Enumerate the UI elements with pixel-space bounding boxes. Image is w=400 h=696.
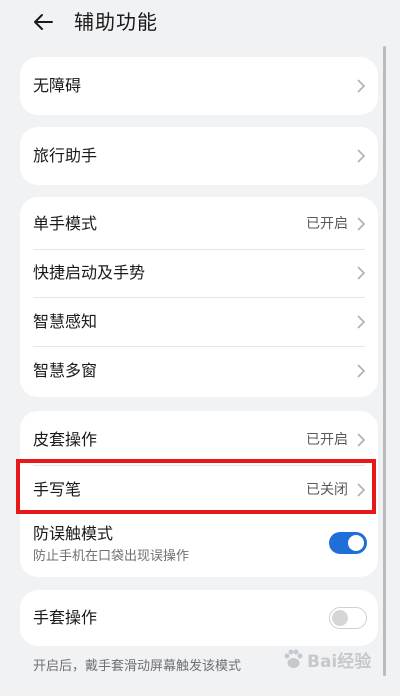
chevron-right-icon: [357, 217, 366, 231]
list-item-accidental-touch[interactable]: 防误触模式 防止手机在口袋出现误操作: [20, 515, 378, 575]
row-label: 旅行助手: [33, 146, 98, 165]
scrollbar[interactable]: [383, 46, 386, 676]
page-title: 辅助功能: [74, 10, 158, 34]
list-item-smart-multi-window[interactable]: 智慧多窗: [20, 346, 378, 395]
card-covers-stylus: 皮套操作 已开启 手写笔 已关闭 防误触模式 防止手机在口袋出现误操作: [20, 411, 378, 577]
card-travel: 旅行助手: [20, 127, 378, 185]
back-button[interactable]: [28, 8, 58, 36]
accidental-touch-toggle[interactable]: [329, 532, 367, 554]
row-label: 智慧感知: [33, 311, 98, 331]
list-item-glove-mode[interactable]: 手套操作: [20, 590, 378, 646]
header: 辅助功能: [0, 0, 400, 44]
chevron-right-icon: [357, 483, 366, 497]
baidu-watermark: Bai经验: [282, 642, 378, 676]
row-label: 单手模式: [33, 214, 98, 233]
chevron-right-icon: [357, 363, 366, 378]
row-label: 皮套操作: [33, 430, 98, 449]
row-label: 手写笔: [33, 480, 82, 499]
glove-mode-toggle[interactable]: [329, 607, 367, 629]
list-item-cover-operation[interactable]: 皮套操作 已开启: [20, 413, 378, 467]
chevron-right-icon: [357, 266, 366, 280]
chevron-right-icon: [357, 149, 366, 163]
watermark-text: Bai经验: [307, 651, 372, 672]
list-item-accessibility[interactable]: 无障碍: [20, 57, 378, 115]
list-item-smart-perception[interactable]: 智慧感知: [20, 297, 378, 346]
glove-mode-footnote: 开启后，戴手套滑动屏幕触发该模式: [33, 659, 242, 674]
status-text: 已开启: [306, 432, 348, 448]
row-label: 无障碍: [33, 76, 82, 95]
card-gestures: 单手模式 已开启 快捷启动及手势 智慧感知 智慧多窗: [20, 197, 378, 397]
paw-icon: [284, 649, 303, 668]
toggle-knob: [332, 610, 348, 626]
row-description: 防止手机在口袋出现误操作: [33, 549, 190, 564]
status-text: 已关闭: [306, 482, 348, 498]
list-item-stylus[interactable]: 手写笔 已关闭: [20, 465, 378, 515]
card-accessibility: 无障碍: [20, 57, 378, 115]
row-label: 手套操作: [33, 608, 98, 627]
list-item-one-hand-mode[interactable]: 单手模式 已开启: [20, 199, 378, 249]
row-label: 智慧多窗: [33, 360, 98, 380]
arrow-left-icon: [34, 14, 53, 30]
row-label: 快捷启动及手势: [33, 263, 146, 282]
row-label: 防误触模式: [33, 524, 114, 543]
status-text: 已开启: [306, 216, 348, 232]
card-glove: 手套操作: [20, 590, 378, 646]
chevron-right-icon: [357, 433, 366, 447]
chevron-right-icon: [357, 314, 366, 329]
toggle-knob: [348, 535, 364, 551]
chevron-right-icon: [357, 79, 366, 93]
list-item-travel-assistant[interactable]: 旅行助手: [20, 127, 378, 185]
list-item-quick-launch-gestures[interactable]: 快捷启动及手势: [20, 249, 378, 297]
